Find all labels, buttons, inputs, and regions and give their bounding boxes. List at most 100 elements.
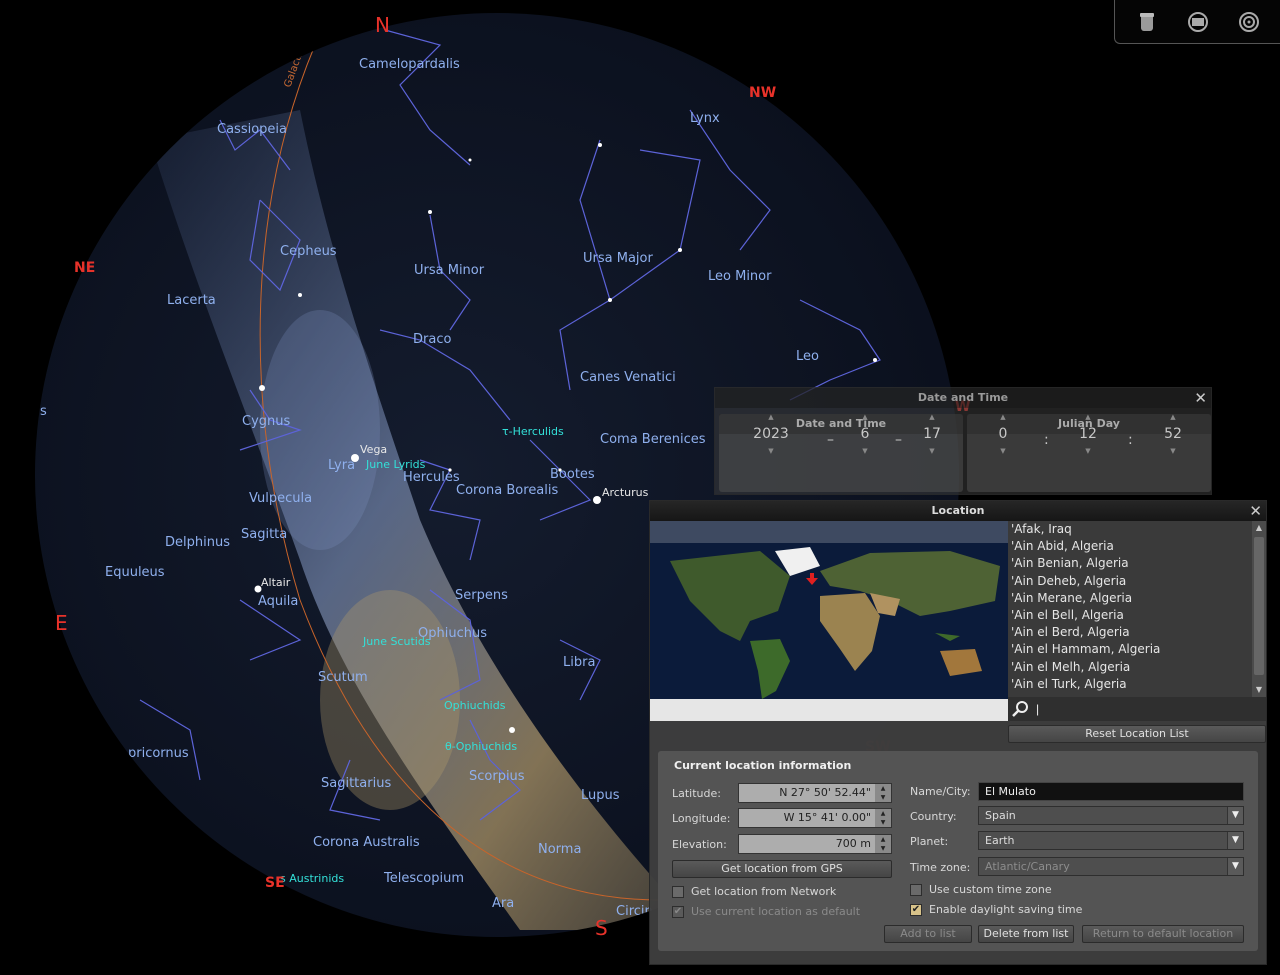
city-list-item[interactable]: 'Afak, Iraq [1008, 521, 1266, 538]
label-canes-venatici: Canes Venatici [580, 370, 676, 385]
chevron-down-icon[interactable]: ▼ [1151, 446, 1195, 456]
chevron-down-icon[interactable]: ▼ [1252, 683, 1266, 697]
search-input[interactable] [1036, 702, 1256, 716]
city-list[interactable]: 'Afak, Iraq 'Ain Abid, Algeria 'Ain Benian… [1008, 521, 1266, 697]
label-aquila: Aquila [258, 594, 298, 609]
chevron-up-icon[interactable]: ▲ [843, 412, 887, 422]
spin-buttons-icon[interactable]: ▲ ▼ [875, 784, 891, 802]
label-pegasus-edge: s [40, 404, 47, 419]
add-to-list-button[interactable]: Add to list [884, 925, 972, 943]
latitude-label: Latitude: [672, 787, 721, 800]
cardinal-n: N [375, 13, 390, 37]
city-list-item[interactable]: 'Ain Abid, Algeria [1008, 538, 1266, 555]
get-location-gps-button[interactable]: Get location from GPS [672, 860, 892, 878]
city-list-item[interactable]: 'Ain el Bell, Algeria [1008, 607, 1266, 624]
label-hercules: Hercules [403, 470, 460, 485]
chevron-down-icon[interactable]: ▼ [981, 446, 1025, 456]
chevron-up-icon[interactable]: ▲ [981, 412, 1025, 422]
hour-spinner[interactable]: ▲ 0 ▼ [981, 412, 1025, 456]
timezone-select[interactable]: Atlantic/Canary ▼ [978, 857, 1244, 876]
label-austrinids: s Austrinids [280, 872, 344, 885]
custom-timezone-checkbox[interactable]: Use custom time zone [910, 883, 1052, 896]
chevron-up-icon[interactable]: ▲ [1252, 521, 1266, 535]
label-corona-australis: Corona Australis [313, 835, 420, 850]
label-lyra: Lyra [328, 458, 355, 473]
label-ophiuchids: Ophiuchids [444, 699, 506, 712]
city-list-item[interactable]: 'Ain el Turk, Algeria [1008, 676, 1266, 693]
chevron-up-icon[interactable]: ▲ [1151, 412, 1195, 422]
label-libra: Libra [563, 655, 595, 670]
minute-value[interactable]: 12 [1066, 422, 1110, 446]
spin-buttons-icon[interactable]: ▲ ▼ [875, 835, 891, 853]
label-cassiopeia: Cassiopeia [217, 122, 287, 137]
city-list-item[interactable]: 'Ain Merane, Algeria [1008, 590, 1266, 607]
label-ursa-minor: Ursa Minor [414, 263, 485, 278]
cardinal-nw: NW [749, 85, 776, 101]
chevron-down-icon[interactable]: ▼ [1227, 832, 1243, 849]
label-vulpecula: Vulpecula [249, 491, 312, 506]
year-spinner[interactable]: ▲ 2023 ▼ [749, 412, 793, 456]
network-location-checkbox[interactable]: Get location from Network [672, 885, 836, 898]
checkbox-icon [672, 885, 684, 898]
spin-buttons-icon[interactable]: ▲ ▼ [875, 809, 891, 827]
label-june-scutids: June Scutids [362, 635, 431, 648]
chevron-up-icon[interactable]: ▲ [1066, 412, 1110, 422]
date-separator: – [827, 432, 834, 448]
checkmark-icon: ✔ [910, 903, 922, 916]
chevron-down-icon[interactable]: ▼ [1227, 807, 1243, 824]
chevron-down-icon[interactable]: ▼ [910, 446, 954, 456]
world-map[interactable] [650, 521, 1008, 721]
city-list-item[interactable]: 'Ain el Berd, Algeria [1008, 624, 1266, 641]
label-draco: Draco [413, 332, 451, 347]
city-list-item[interactable]: 'Ain el Melh, Algeria [1008, 659, 1266, 676]
day-spinner[interactable]: ▲ 17 ▼ [910, 412, 954, 456]
chevron-down-icon[interactable]: ▼ [1227, 858, 1243, 875]
elevation-label: Elevation: [672, 838, 727, 851]
cardinal-e: E [55, 611, 68, 635]
chevron-up-icon[interactable]: ▲ [749, 412, 793, 422]
month-value[interactable]: 6 [843, 422, 887, 446]
delete-from-list-button[interactable]: Delete from list [978, 925, 1074, 943]
scrollbar-thumb[interactable] [1254, 537, 1264, 675]
ocular-icon[interactable] [1134, 9, 1160, 35]
dst-checkbox[interactable]: ✔ Enable daylight saving time [910, 903, 1082, 916]
current-location-title: Current location information [674, 759, 852, 772]
longitude-field[interactable]: W 15° 41' 0.00" ▲ ▼ [738, 808, 892, 828]
label-lupus: Lupus [581, 788, 620, 803]
location-dialog-title[interactable]: Location ✕ [650, 501, 1266, 521]
reset-location-list-button[interactable]: Reset Location List [1008, 725, 1266, 743]
city-list-item[interactable]: 'Ain el Hammam, Algeria [1008, 641, 1266, 658]
day-value[interactable]: 17 [910, 422, 954, 446]
planet-select[interactable]: Earth ▼ [978, 831, 1244, 850]
screen-icon[interactable] [1185, 9, 1211, 35]
return-default-location-button[interactable]: Return to default location [1082, 925, 1244, 943]
use-default-checkbox[interactable]: ✔ Use current location as default [672, 905, 860, 918]
city-list-item[interactable]: 'Ain Deheb, Algeria [1008, 573, 1266, 590]
target-icon[interactable] [1236, 9, 1262, 35]
date-separator: – [895, 432, 902, 448]
month-spinner[interactable]: ▲ 6 ▼ [843, 412, 887, 456]
second-spinner[interactable]: ▲ 52 ▼ [1151, 412, 1195, 456]
close-icon[interactable]: ✕ [1194, 388, 1207, 408]
chevron-down-icon[interactable]: ▼ [749, 446, 793, 456]
chevron-up-icon[interactable]: ▲ [910, 412, 954, 422]
city-list-scrollbar[interactable]: ▲ ▼ [1252, 521, 1266, 697]
city-list-item[interactable]: 'Ain Benian, Algeria [1008, 555, 1266, 572]
label-theta-ophiuchids: θ-Ophiuchids [445, 740, 517, 753]
elevation-field[interactable]: 700 m ▲ ▼ [738, 834, 892, 854]
minute-spinner[interactable]: ▲ 12 ▼ [1066, 412, 1110, 456]
country-select[interactable]: Spain ▼ [978, 806, 1244, 825]
close-icon[interactable]: ✕ [1249, 501, 1262, 521]
label-scutum: Scutum [318, 670, 368, 685]
latitude-field[interactable]: N 27° 50' 52.44" ▲ ▼ [738, 783, 892, 803]
chevron-down-icon[interactable]: ▼ [843, 446, 887, 456]
chevron-down-icon[interactable]: ▼ [1066, 446, 1110, 456]
cardinal-se: SE [265, 875, 285, 891]
second-value[interactable]: 52 [1151, 422, 1195, 446]
timezone-label: Time zone: [910, 861, 971, 874]
hour-value[interactable]: 0 [981, 422, 1025, 446]
year-value[interactable]: 2023 [749, 422, 793, 446]
current-location-panel: Current location information Latitude: N… [658, 751, 1258, 951]
name-city-input[interactable]: El Mulato [978, 782, 1244, 801]
datetime-dialog-title[interactable]: Date and Time ✕ [715, 388, 1211, 408]
